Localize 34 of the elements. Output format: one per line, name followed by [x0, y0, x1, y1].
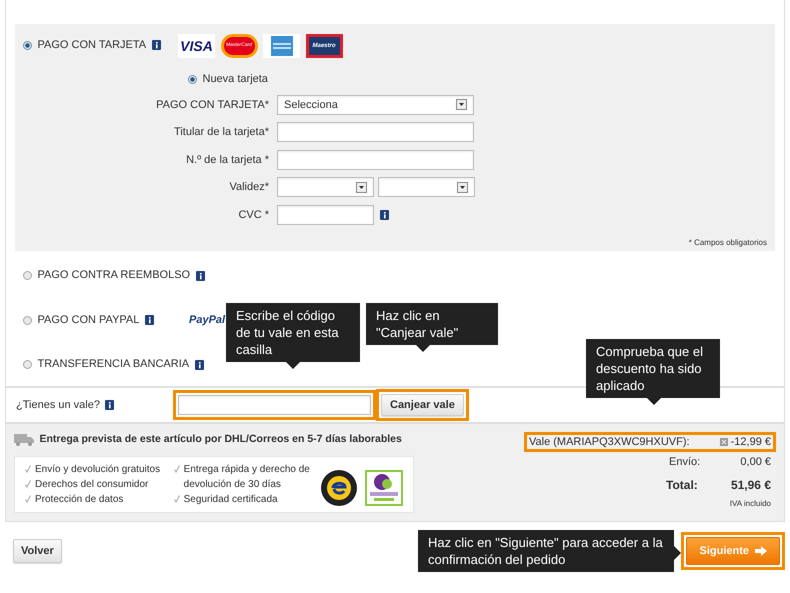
vat-note: IVA incluido — [728, 498, 772, 510]
guarantee-text: Entrega rápida y derecho de devolución de 30 días — [184, 462, 311, 492]
total-value: 51,96 € — [730, 477, 771, 494]
field-label: Validez* — [228, 180, 270, 195]
visa-logo: VISA — [178, 34, 215, 58]
total-label: Total: — [666, 477, 698, 494]
payment-option-label: PAGO CON TARJETA — [38, 38, 146, 53]
payment-option-label: PAGO CONTRA REEMBOLSO — [38, 268, 190, 284]
callout: Haz clic en "Siguiente" para acceder a la confirmación del pedido — [418, 530, 674, 572]
option-label: Nueva tarjeta — [202, 72, 268, 87]
callout: Comprueba que el descuento ha sido aplicado — [586, 339, 720, 398]
field-label: CVC * — [237, 208, 270, 222]
delivery-text: Entrega prevista de este artículo por DHL/Correos en 5-7 días laborables — [40, 432, 402, 447]
guarantee-text: Derechos del consumidor — [35, 478, 148, 492]
back-button[interactable]: Volver — [13, 539, 62, 563]
total-label: Vale (MARIAPQ3XWC9HXUVF): — [529, 434, 690, 450]
dropdown[interactable]: Selecciona — [277, 94, 474, 115]
field-label: Titular de la tarjeta* — [173, 125, 270, 140]
callout: Escribe el código de tu vale en esta casilla — [226, 303, 360, 362]
field-label: N.º de la tarjeta * — [185, 152, 270, 168]
guarantee-text: Envío y devolución gratuitos — [35, 462, 160, 477]
field-label: PAGO CON TARJETA* — [155, 98, 270, 112]
payment-option-label: PAGO CON PAYPAL — [38, 312, 140, 328]
callout: Haz clic en "Canjear vale" — [366, 303, 498, 345]
total-value: -12,99 € — [730, 434, 771, 450]
paypal-logo: PayPal — [189, 312, 226, 328]
voucher-label: ¿Tienes un vale? — [16, 398, 100, 413]
required-note: * Campos obligatorios — [688, 236, 767, 248]
total-label: Envío: — [669, 454, 700, 470]
total-value: 0,00 € — [740, 454, 771, 470]
redeem-button[interactable]: Canjear vale — [381, 394, 464, 416]
guarantee-text: Protección de datos — [35, 492, 124, 507]
guarantee-text: Seguridad certificada — [184, 492, 278, 507]
payment-option-label: TRANSFERENCIA BANCARIA — [38, 357, 190, 372]
